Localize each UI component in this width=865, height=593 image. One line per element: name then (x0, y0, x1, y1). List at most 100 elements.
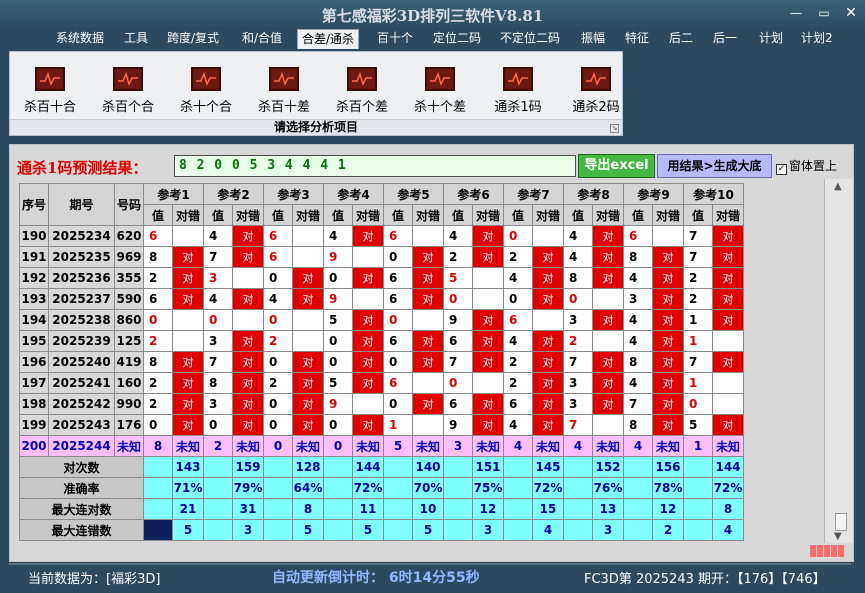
row-number: 176 (114, 414, 144, 436)
column-header-hit: 对错 (172, 204, 204, 226)
stat-row: 最大连错数 5 3 5 5 5 3 4 3 2 4 (19, 519, 744, 541)
table-row[interactable]: 199 2025243 176 0 对 0 对 0 对 0 对 1 9 对 4 对 7 8 对 5 对 (19, 414, 744, 436)
ref-value: 1 (383, 414, 413, 436)
analysis-option-button[interactable]: 通杀2码 (564, 67, 628, 115)
row-period: 2025236 (48, 267, 115, 289)
stat-value: 72% (712, 477, 744, 499)
ref-hit (412, 372, 444, 394)
row-number: 990 (114, 393, 144, 415)
stat-value: 5 (172, 519, 204, 541)
generate-base-button[interactable]: 用结果>生成大底 (657, 154, 772, 178)
menu-item[interactable]: 跨度/复式 (163, 29, 223, 49)
ref-hit (172, 225, 204, 247)
menu-item[interactable]: 定位二码 (429, 29, 485, 49)
scroll-up-icon[interactable]: ▲ (834, 181, 842, 192)
stat-spacer (263, 456, 293, 478)
analysis-option-button[interactable]: 杀百十合 (18, 67, 82, 115)
column-header-value: 值 (143, 204, 173, 226)
menu-item[interactable]: 百十个 (373, 29, 417, 49)
row-seq: 195 (19, 330, 49, 352)
table-row[interactable]: 191 2025235 969 8 对 7 对 6 9 0 对 2 对 2 对 4 对 8 对 7 对 (19, 246, 744, 268)
ref-value: 1 (683, 330, 713, 352)
table-row[interactable]: 190 2025234 620 6 4 对 6 4 对 6 4 对 0 4 对 6 7 对 (19, 225, 744, 247)
analysis-option-button[interactable]: 杀百十差 (252, 67, 316, 115)
menu-item[interactable]: 计划 (755, 29, 787, 49)
ref-value: 4 (443, 225, 473, 247)
maximize-icon[interactable]: ▭ (815, 6, 833, 20)
vertical-scrollbar[interactable]: ▲ ▼ (824, 179, 853, 543)
analysis-option-button[interactable]: 通杀1码 (486, 67, 550, 115)
analysis-option-button[interactable]: 杀百个差 (330, 67, 394, 115)
ref-hit: 对 (352, 414, 384, 436)
table-row[interactable]: 192 2025236 355 2 对 3 0 对 0 对 6 对 5 4 对 8 对 4 对 2 对 (19, 267, 744, 289)
ref-hit: 对 (712, 288, 744, 310)
menu-item[interactable]: 系统数据 (52, 29, 108, 49)
analysis-option-button[interactable]: 杀百个合 (96, 67, 160, 115)
ref-hit: 对 (232, 246, 264, 268)
minimize-icon[interactable]: — (787, 6, 805, 20)
ref-value: 4 (323, 225, 353, 247)
ribbon-expand-icon[interactable]: ↘ (610, 124, 619, 133)
scrollbar-thumb[interactable] (835, 513, 847, 531)
ref-value: 9 (443, 309, 473, 331)
menu-item[interactable]: 振幅 (577, 29, 609, 49)
ref-hit: 对 (592, 351, 624, 373)
table-row[interactable]: 193 2025237 590 6 对 4 对 4 对 9 6 对 0 0 对 0 3 对 2 对 (19, 288, 744, 310)
ref-hit: 对 (532, 372, 564, 394)
current-data-status: 当前数据为：[福彩3D] (28, 572, 161, 587)
ref-hit (592, 288, 624, 310)
stat-spacer (143, 477, 173, 499)
ref-value: 9 (323, 246, 353, 268)
ref-value: 0 (323, 414, 353, 436)
table-row[interactable]: 196 2025240 419 8 对 7 对 0 对 0 对 0 对 7 对 2 对 7 对 8 对 7 对 (19, 351, 744, 373)
analysis-option-button[interactable]: 杀十个合 (174, 67, 238, 115)
ref-hit: 对 (292, 351, 324, 373)
row-period: 2025241 (48, 372, 115, 394)
stat-spacer (143, 498, 173, 520)
stat-value: 10 (412, 498, 444, 520)
scroll-down-icon[interactable]: ▼ (834, 531, 842, 542)
menu-item[interactable]: 特征 (621, 29, 653, 49)
close-icon[interactable]: ✕ (842, 6, 860, 20)
menu-item[interactable]: 和/合值 (238, 29, 286, 49)
ref-value: 8 (143, 351, 173, 373)
prediction-result-field[interactable]: 8 2 0 0 5 3 4 4 4 1 (174, 155, 576, 177)
ref-value: 2 (263, 372, 293, 394)
menu-item[interactable]: 计划2 (797, 29, 837, 49)
ref-hit (232, 309, 264, 331)
ref-value: 6 (383, 225, 413, 247)
ref-hit: 对 (472, 246, 504, 268)
menu-item[interactable]: 后一 (709, 29, 741, 49)
ref-value: 4 (503, 330, 533, 352)
menu-item[interactable]: 不定位二码 (496, 29, 564, 49)
table-row[interactable]: 198 2025242 990 2 对 3 对 0 对 9 0 对 6 对 6 对 3 对 7 对 0 (19, 393, 744, 415)
table-row[interactable]: 197 2025241 160 2 对 8 对 2 对 5 对 6 0 2 对 3 对 4 对 1 (19, 372, 744, 394)
stat-row: 最大连对数 21 31 8 11 10 12 15 13 12 8 (19, 498, 744, 520)
menu-item[interactable]: 后二 (665, 29, 697, 49)
stat-value: 5 (412, 519, 444, 541)
prediction-row[interactable]: 200 2025244 未知 8 未知 2 未知 0 未知 0 未知 5 未知 3 未知 4 未知 4 未知 4 未知 1… (19, 435, 744, 457)
table-row[interactable]: 195 2025239 125 2 3 对 2 0 对 6 对 6 对 4 对 2 4 对 1 (19, 330, 744, 352)
ref-hit: 对 (532, 351, 564, 373)
chart-icon (113, 67, 143, 91)
ref-hit: 对 (172, 246, 204, 268)
ref-hit (472, 267, 504, 289)
stat-value: 2 (652, 519, 684, 541)
row-seq: 193 (19, 288, 49, 310)
ref-value: 0 (263, 414, 293, 436)
ref-value: 8 (563, 267, 593, 289)
analysis-option-button[interactable]: 杀十个差 (408, 67, 472, 115)
row-number: 969 (114, 246, 144, 268)
ref-value: 4 (623, 309, 653, 331)
export-excel-button[interactable]: 导出excel (578, 154, 655, 178)
menu-item[interactable]: 工具 (120, 29, 152, 49)
ref-value: 7 (683, 225, 713, 247)
stat-row: 准确率 71% 79% 64% 72% 70% 75% 72% 76% 78% 72% (19, 477, 744, 499)
title-bar: 第七感福彩3D排列三软件V8.81 — ▭ ✕ (0, 0, 865, 28)
ref-value: 0 (323, 330, 353, 352)
window-on-top-checkbox[interactable]: ✓ 窗体置上 (776, 157, 837, 175)
ref-hit: 对 (652, 351, 684, 373)
ref-hit: 对 (172, 372, 204, 394)
menu-item[interactable]: 合差/通杀 (297, 29, 360, 49)
table-row[interactable]: 194 2025238 860 0 0 0 5 对 0 9 对 6 3 对 4 对 1 对 (19, 309, 744, 331)
